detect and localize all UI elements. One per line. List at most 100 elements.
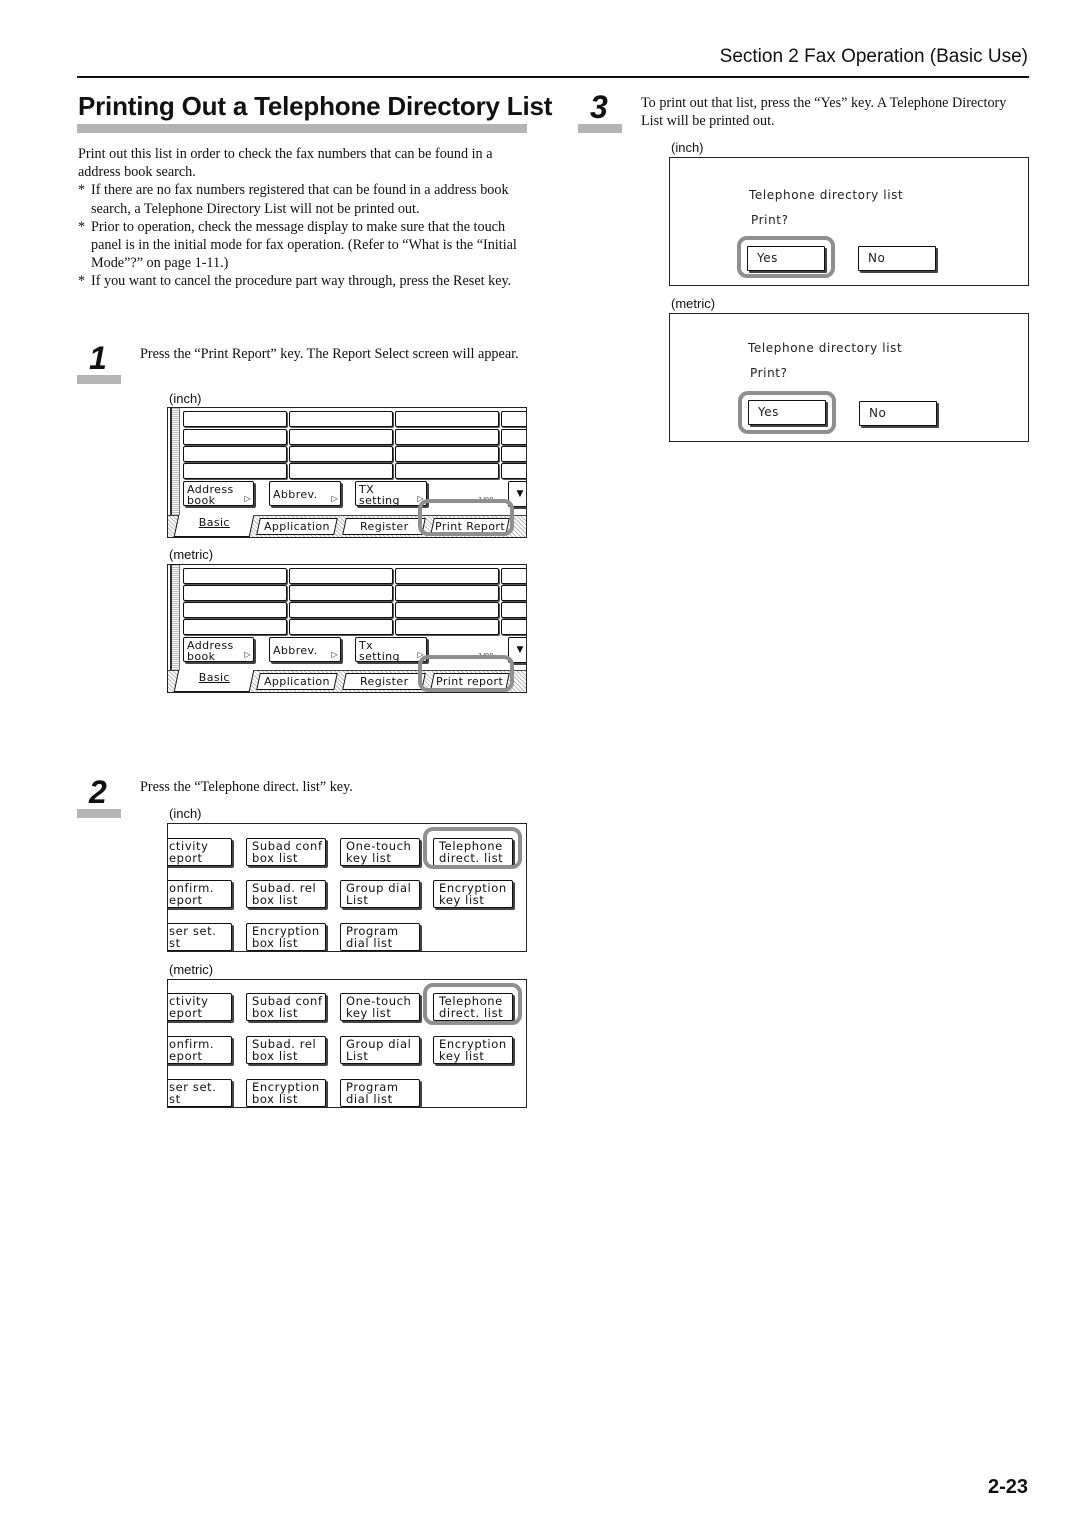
address-list-row[interactable] <box>183 585 287 601</box>
address-book-key[interactable]: Address book ▷ <box>183 481 254 506</box>
print-confirm-dialog: Telephone directory list Print? Yes No <box>669 157 1029 286</box>
unit-label: (metric) <box>169 962 214 977</box>
dialog-prompt: Print? <box>750 366 788 380</box>
address-list-row[interactable] <box>289 602 393 618</box>
address-list-row[interactable] <box>501 619 526 635</box>
address-list-row[interactable] <box>183 602 287 618</box>
fax-basic-screen: Address book ▷ Abbrev. ▷ Tx setting ▷ 1/… <box>167 564 527 693</box>
step-1-text: Press the “Print Report” key. The Report… <box>140 346 519 362</box>
address-list-row[interactable] <box>183 568 287 584</box>
tab-register[interactable]: Register <box>342 673 426 690</box>
unit-label: (inch) <box>169 391 202 406</box>
address-list-row[interactable] <box>395 619 499 635</box>
encryption-box-list-key[interactable]: Encryption box list <box>246 923 326 951</box>
no-button[interactable]: No <box>858 246 936 271</box>
tx-setting-key[interactable]: TX setting ▷ <box>355 481 427 506</box>
group-dial-list-key[interactable]: Group dial List <box>340 1036 420 1064</box>
one-touch-key-list-key[interactable]: One-touch key list <box>340 838 420 866</box>
page-title: Printing Out a Telephone Directory List <box>78 91 553 121</box>
program-dial-list-key[interactable]: Program dial list <box>340 923 420 951</box>
activity-report-key[interactable]: ctivity eport <box>168 838 232 866</box>
tab-basic[interactable]: Basic <box>173 515 255 537</box>
address-list-row[interactable] <box>289 568 393 584</box>
subad-rel-box-list-key[interactable]: Subad. rel box list <box>246 1036 326 1064</box>
key-label: Abbrev. <box>273 488 318 501</box>
address-list-row[interactable] <box>501 446 526 462</box>
one-touch-key-list-key[interactable]: One-touch key list <box>340 993 420 1021</box>
user-set-list-key[interactable]: ser set. st <box>168 1079 232 1107</box>
scroll-down-icon: ▼ <box>516 645 524 655</box>
address-list-row[interactable] <box>501 463 526 479</box>
address-list-row[interactable] <box>183 619 287 635</box>
key-label: book <box>187 650 216 663</box>
subad-rel-box-list-key[interactable]: Subad. rel box list <box>246 880 326 908</box>
note-item: * If you want to cancel the procedure par… <box>78 272 533 290</box>
report-select-screen: ctivity eport Subad conf box list One-touc… <box>167 823 527 952</box>
encryption-key-list-key[interactable]: Encryption key list <box>433 880 513 908</box>
scroll-down-icon: ▼ <box>516 489 524 499</box>
address-list-row[interactable] <box>183 446 287 462</box>
address-list-row[interactable] <box>395 411 499 427</box>
arrow-right-icon: ▷ <box>417 494 424 503</box>
address-list-row[interactable] <box>183 463 287 479</box>
tx-setting-key[interactable]: Tx setting ▷ <box>355 637 427 662</box>
telephone-direct-list-key[interactable]: Telephone direct. list <box>433 993 513 1021</box>
dialog-prompt: Print? <box>751 213 789 227</box>
address-list-row[interactable] <box>289 619 393 635</box>
address-list-row[interactable] <box>289 411 393 427</box>
address-list-row[interactable] <box>289 585 393 601</box>
page-indicator: 1/00 <box>478 496 494 504</box>
address-list-row[interactable] <box>395 602 499 618</box>
address-list-row[interactable] <box>289 429 393 445</box>
tab-basic[interactable]: Basic <box>173 670 255 692</box>
yes-button[interactable]: Yes <box>747 246 825 271</box>
address-list-row[interactable] <box>289 463 393 479</box>
address-book-key[interactable]: Address book ▷ <box>183 637 254 662</box>
confirm-report-key[interactable]: onfirm. eport <box>168 880 232 908</box>
address-list-row[interactable] <box>395 585 499 601</box>
tab-print-report[interactable]: Print report <box>430 673 510 690</box>
note-marker: * <box>78 182 86 199</box>
address-list-row[interactable] <box>501 585 526 601</box>
scroll-down-button[interactable]: ▼ <box>508 481 526 507</box>
tab-application[interactable]: Application <box>256 518 338 535</box>
program-dial-list-key[interactable]: Program dial list <box>340 1079 420 1107</box>
unit-label: (metric) <box>169 547 214 562</box>
address-list-row[interactable] <box>183 411 287 427</box>
address-list-row[interactable] <box>183 429 287 445</box>
abbrev-key[interactable]: Abbrev. ▷ <box>269 637 341 662</box>
address-list-row[interactable] <box>501 411 526 427</box>
address-list-row[interactable] <box>289 446 393 462</box>
arrow-right-icon: ▷ <box>331 650 338 659</box>
address-list-row[interactable] <box>501 568 526 584</box>
section-header: Section 2 Fax Operation (Basic Use) <box>719 46 1028 67</box>
confirm-report-key[interactable]: onfirm. eport <box>168 1036 232 1064</box>
subad-conf-box-list-key[interactable]: Subad conf box list <box>246 993 326 1021</box>
user-set-list-key[interactable]: ser set. st <box>168 923 232 951</box>
address-list-row[interactable] <box>501 429 526 445</box>
address-list-row[interactable] <box>395 568 499 584</box>
telephone-direct-list-key[interactable]: Telephone direct. list <box>433 838 513 866</box>
address-list-row[interactable] <box>395 446 499 462</box>
encryption-key-list-key[interactable]: Encryption key list <box>433 1036 513 1064</box>
subad-conf-box-list-key[interactable]: Subad conf box list <box>246 838 326 866</box>
activity-report-key[interactable]: ctivity eport <box>168 993 232 1021</box>
step-number-badge: 3 <box>578 89 622 133</box>
address-list-row[interactable] <box>395 463 499 479</box>
intro-text: Print out this list in order to check th… <box>78 145 533 291</box>
page-indicator: 1/00 <box>478 652 494 660</box>
abbrev-key[interactable]: Abbrev. ▷ <box>269 481 341 506</box>
header-rule <box>77 76 1029 78</box>
yes-button[interactable]: Yes <box>748 400 826 425</box>
tab-print-report[interactable]: Print Report <box>430 518 510 535</box>
address-list-row[interactable] <box>395 429 499 445</box>
encryption-box-list-key[interactable]: Encryption box list <box>246 1079 326 1107</box>
step-number-bar <box>77 809 121 818</box>
tab-application[interactable]: Application <box>256 673 338 690</box>
tab-register[interactable]: Register <box>342 518 426 535</box>
no-button[interactable]: No <box>859 401 937 426</box>
key-label: setting <box>359 650 400 663</box>
address-list-row[interactable] <box>501 602 526 618</box>
group-dial-list-key[interactable]: Group dial List <box>340 880 420 908</box>
scroll-down-button[interactable]: ▼ <box>508 637 526 663</box>
